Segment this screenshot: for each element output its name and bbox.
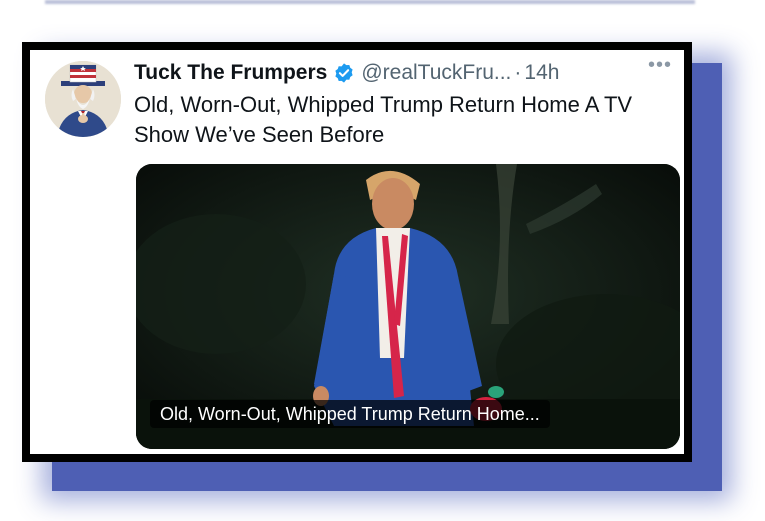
media-preview[interactable]: Old, Worn-Out, Whipped Trump Return Home… xyxy=(136,164,680,449)
handle[interactable]: @realTuckFru... xyxy=(361,61,511,85)
display-name[interactable]: Tuck The Frumpers xyxy=(134,61,327,85)
more-options-icon[interactable]: ••• xyxy=(648,54,672,77)
background-strip xyxy=(45,0,695,4)
tweet-card[interactable]: Tuck The Frumpers @realTuckFru... · 14h … xyxy=(22,42,692,462)
uncle-sam-avatar-icon xyxy=(45,61,121,137)
separator-dot: · xyxy=(514,61,522,84)
timestamp[interactable]: 14h xyxy=(524,61,559,85)
media-caption: Old, Worn-Out, Whipped Trump Return Home… xyxy=(150,400,550,428)
tweet-header: Tuck The Frumpers @realTuckFru... · 14h xyxy=(134,58,684,88)
verified-badge-icon xyxy=(333,62,355,84)
avatar[interactable] xyxy=(45,61,121,137)
tweet-text: Old, Worn-Out, Whipped Trump Return Home… xyxy=(134,92,633,147)
